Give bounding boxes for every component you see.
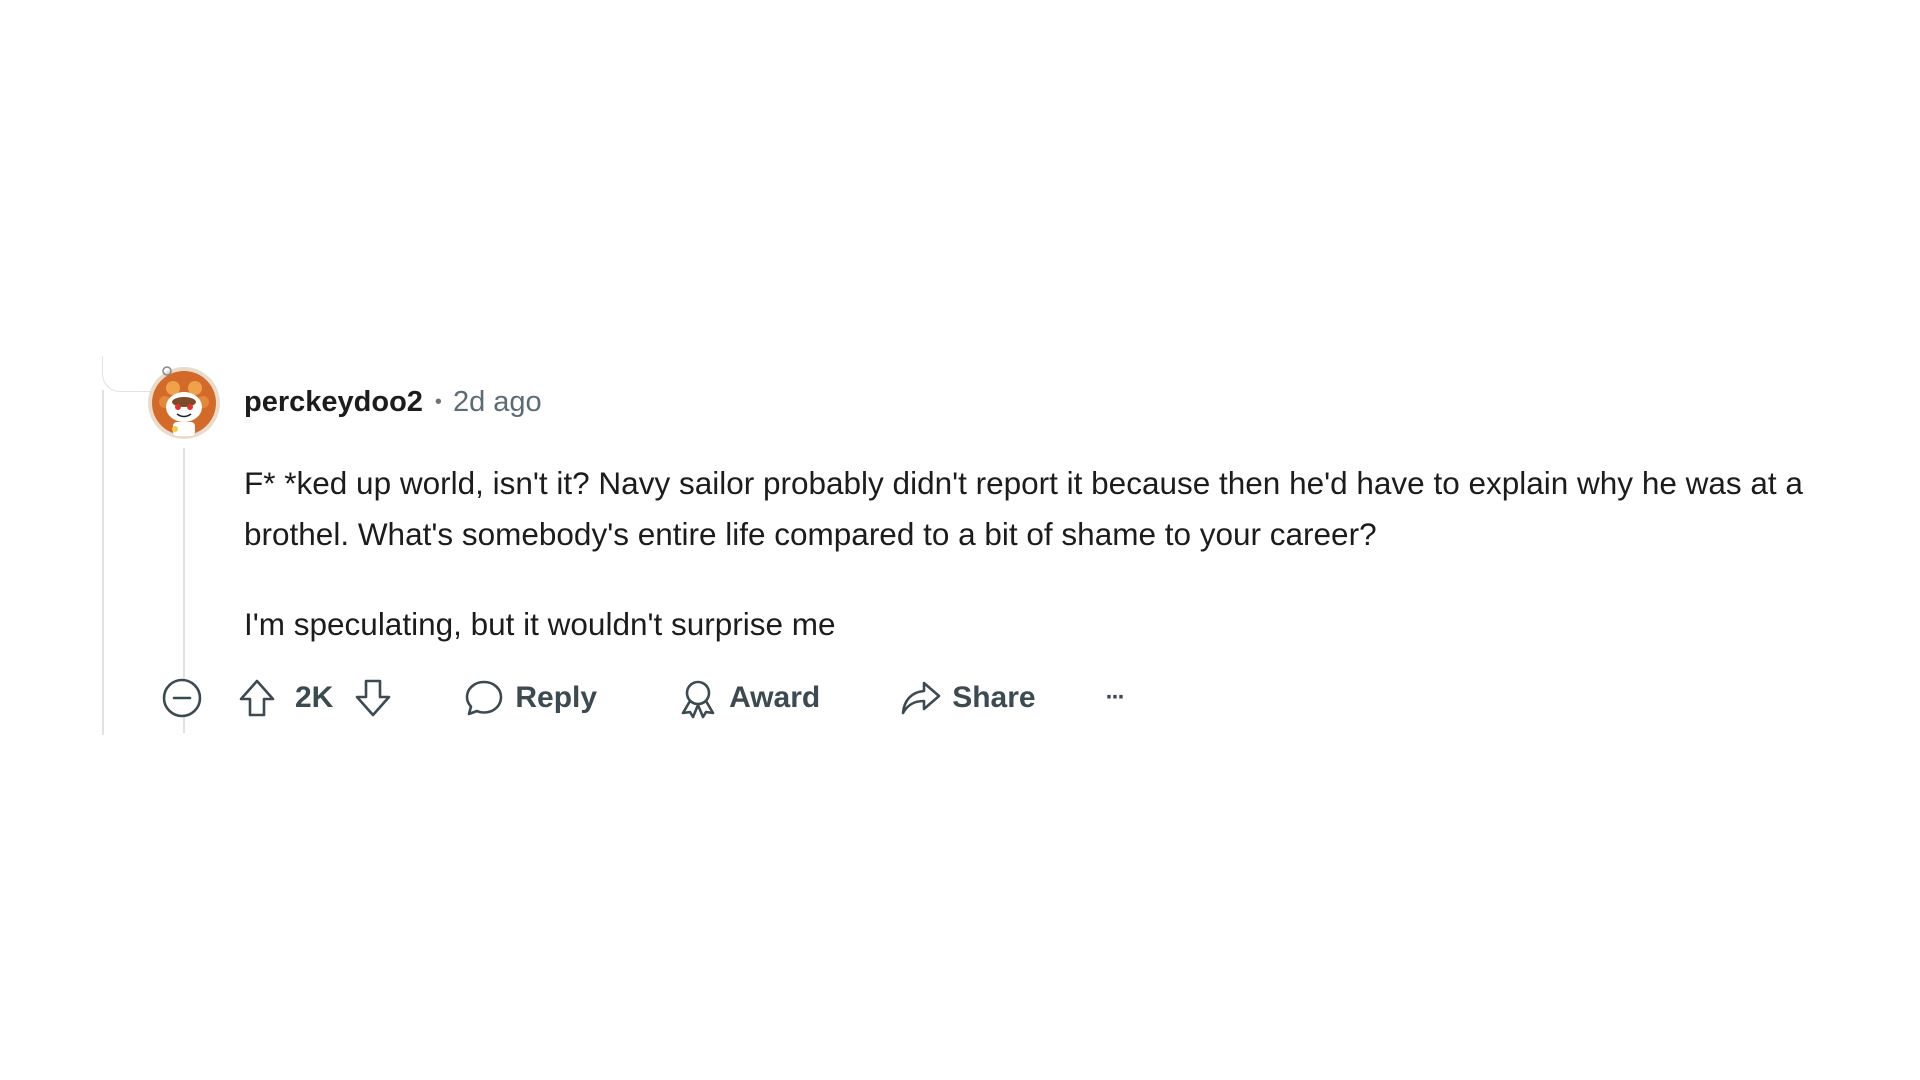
comment-screenshot: perckeydoo2 • 2d ago F* *ked up world, i… [0,0,1920,1080]
downvote-arrow-icon [353,677,393,719]
comment-body: F* *ked up world, isn't it? Navy sailor … [244,458,1884,650]
share-label: Share [952,681,1036,714]
award-ribbon-icon [677,677,719,719]
collapse-minus-icon [161,677,203,719]
upvote-button[interactable] [237,677,277,719]
ellipsis-icon: ··· [1105,684,1126,711]
reply-button[interactable]: Reply [453,677,597,719]
downvote-button[interactable] [353,677,393,719]
thread-connector [102,356,150,392]
upvote-arrow-icon [237,677,277,719]
comment-header: perckeydoo2 • 2d ago [244,384,542,420]
comment-action-bar: 2K Reply Award Share ··· [161,674,1126,722]
award-label: Award [729,681,821,714]
thread-line-parent [102,390,104,735]
award-button[interactable]: Award [667,677,820,719]
avatar[interactable] [145,362,223,440]
reply-label: Reply [515,681,598,714]
vote-count: 2K [295,681,334,714]
share-arrow-icon [900,677,942,719]
comment-paragraph: F* *ked up world, isn't it? Navy sailor … [244,465,1803,552]
separator-dot: • [434,391,442,413]
more-options-button[interactable]: ··· [1105,684,1126,712]
speech-bubble-icon [463,677,505,719]
timestamp[interactable]: 2d ago [453,384,542,420]
collapse-button[interactable] [161,677,203,719]
username-link[interactable]: perckeydoo2 [244,384,423,420]
comment-paragraph: I'm speculating, but it wouldn't surpris… [244,606,836,642]
share-button[interactable]: Share [890,677,1036,719]
